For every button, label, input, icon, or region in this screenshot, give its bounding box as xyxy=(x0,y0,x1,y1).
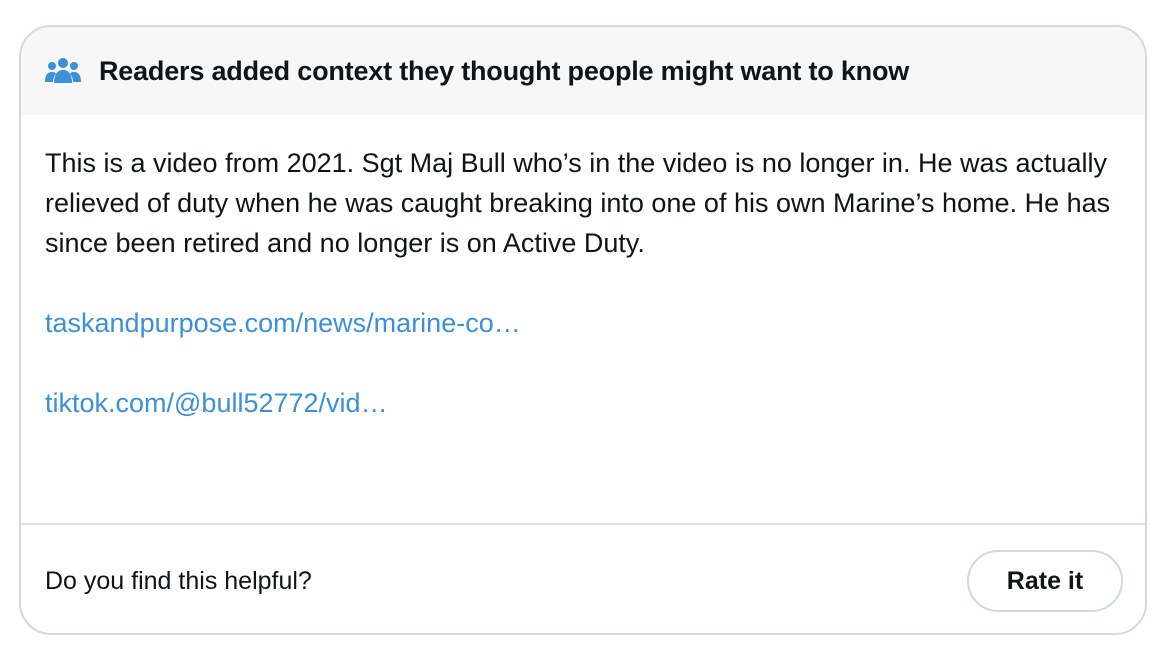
helpful-question: Do you find this helpful? xyxy=(45,566,312,595)
people-group-icon xyxy=(45,56,81,86)
note-text: This is a video from 2021. Sgt Maj Bull … xyxy=(45,148,1111,258)
source-link-taskandpurpose[interactable]: taskandpurpose.com/news/marine-co… xyxy=(45,303,1121,343)
rate-it-button[interactable]: Rate it xyxy=(967,550,1123,612)
community-note-card: Readers added context they thought peopl… xyxy=(19,25,1147,635)
source-link-tiktok[interactable]: tiktok.com/@bull52772/vid… xyxy=(45,383,1121,423)
note-header-title: Readers added context they thought peopl… xyxy=(99,55,910,86)
note-links: taskandpurpose.com/news/marine-co… tikto… xyxy=(45,303,1121,423)
note-header: Readers added context they thought peopl… xyxy=(21,27,1145,115)
note-body: This is a video from 2021. Sgt Maj Bull … xyxy=(21,115,1145,523)
note-footer: Do you find this helpful? Rate it xyxy=(21,525,1145,633)
